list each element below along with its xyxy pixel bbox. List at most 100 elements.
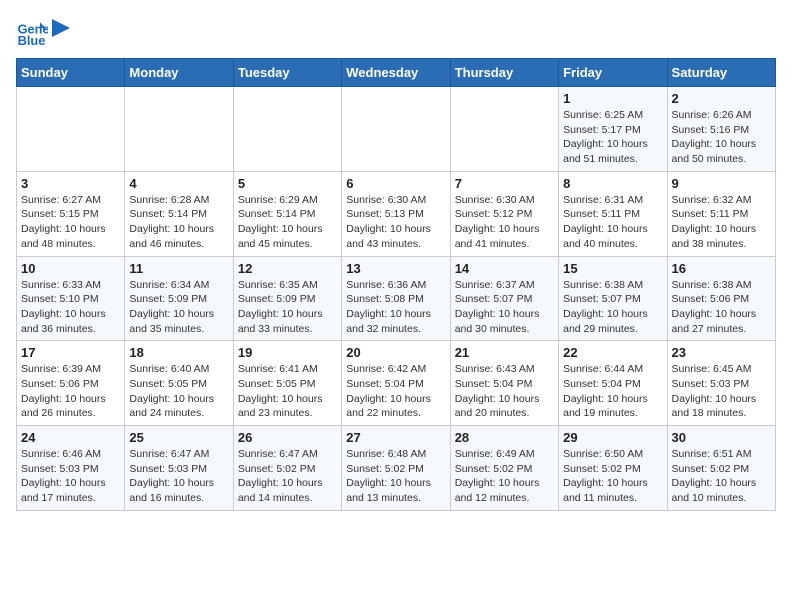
- day-info: Sunrise: 6:30 AM Sunset: 5:12 PM Dayligh…: [455, 193, 554, 252]
- day-number: 5: [238, 176, 337, 191]
- page: General Blue SundayMondayTuesdayWednesda…: [0, 0, 792, 527]
- calendar-day-cell: 14Sunrise: 6:37 AM Sunset: 5:07 PM Dayli…: [450, 256, 558, 341]
- day-info: Sunrise: 6:26 AM Sunset: 5:16 PM Dayligh…: [672, 108, 771, 167]
- day-info: Sunrise: 6:32 AM Sunset: 5:11 PM Dayligh…: [672, 193, 771, 252]
- day-info: Sunrise: 6:42 AM Sunset: 5:04 PM Dayligh…: [346, 362, 445, 421]
- day-info: Sunrise: 6:47 AM Sunset: 5:03 PM Dayligh…: [129, 447, 228, 506]
- day-info: Sunrise: 6:45 AM Sunset: 5:03 PM Dayligh…: [672, 362, 771, 421]
- day-info: Sunrise: 6:27 AM Sunset: 5:15 PM Dayligh…: [21, 193, 120, 252]
- day-number: 27: [346, 430, 445, 445]
- calendar-day-cell: 20 Sunrise: 6:42 AM Sunset: 5:04 PM Dayli…: [342, 341, 450, 426]
- calendar-day-cell: 24 Sunrise: 6:46 AM Sunset: 5:03 PM Dayli…: [17, 426, 125, 511]
- day-number: 10: [21, 261, 120, 276]
- day-number: 2: [672, 91, 771, 106]
- day-number: 8: [563, 176, 662, 191]
- day-info: Sunrise: 6:40 AM Sunset: 5:05 PM Dayligh…: [129, 362, 228, 421]
- calendar-week-row: 24 Sunrise: 6:46 AM Sunset: 5:03 PM Dayli…: [17, 426, 776, 511]
- logo: General Blue: [16, 16, 70, 48]
- day-number: 26: [238, 430, 337, 445]
- day-number: 24: [21, 430, 120, 445]
- calendar-day-cell: 26Sunrise: 6:47 AM Sunset: 5:02 PM Dayli…: [233, 426, 341, 511]
- day-info: Sunrise: 6:28 AM Sunset: 5:14 PM Dayligh…: [129, 193, 228, 252]
- day-info: Sunrise: 6:31 AM Sunset: 5:11 PM Dayligh…: [563, 193, 662, 252]
- day-number: 19: [238, 345, 337, 360]
- day-number: 25: [129, 430, 228, 445]
- calendar-day-cell: 10 Sunrise: 6:33 AM Sunset: 5:10 PM Dayli…: [17, 256, 125, 341]
- logo-icon: General Blue: [16, 16, 48, 48]
- calendar-day-cell: 12 Sunrise: 6:35 AM Sunset: 5:09 PM Dayli…: [233, 256, 341, 341]
- day-info: Sunrise: 6:29 AM Sunset: 5:14 PM Dayligh…: [238, 193, 337, 252]
- calendar-day-cell: 19Sunrise: 6:41 AM Sunset: 5:05 PM Dayli…: [233, 341, 341, 426]
- calendar-day-cell: 5 Sunrise: 6:29 AM Sunset: 5:14 PM Daylig…: [233, 171, 341, 256]
- calendar-day-cell: 21 Sunrise: 6:43 AM Sunset: 5:04 PM Dayli…: [450, 341, 558, 426]
- day-number: 17: [21, 345, 120, 360]
- calendar-day-cell: 29 Sunrise: 6:50 AM Sunset: 5:02 PM Dayli…: [559, 426, 667, 511]
- day-number: 12: [238, 261, 337, 276]
- day-info: Sunrise: 6:46 AM Sunset: 5:03 PM Dayligh…: [21, 447, 120, 506]
- day-number: 22: [563, 345, 662, 360]
- calendar-day-cell: [17, 87, 125, 172]
- day-info: Sunrise: 6:30 AM Sunset: 5:13 PM Dayligh…: [346, 193, 445, 252]
- day-number: 15: [563, 261, 662, 276]
- day-info: Sunrise: 6:50 AM Sunset: 5:02 PM Dayligh…: [563, 447, 662, 506]
- calendar-day-cell: 13Sunrise: 6:36 AM Sunset: 5:08 PM Dayli…: [342, 256, 450, 341]
- calendar-day-cell: 25 Sunrise: 6:47 AM Sunset: 5:03 PM Dayli…: [125, 426, 233, 511]
- day-number: 6: [346, 176, 445, 191]
- weekday-header: Monday: [125, 59, 233, 87]
- calendar-day-cell: [342, 87, 450, 172]
- day-number: 16: [672, 261, 771, 276]
- day-number: 20: [346, 345, 445, 360]
- calendar-day-cell: 8 Sunrise: 6:31 AM Sunset: 5:11 PM Daylig…: [559, 171, 667, 256]
- day-number: 18: [129, 345, 228, 360]
- day-info: Sunrise: 6:39 AM Sunset: 5:06 PM Dayligh…: [21, 362, 120, 421]
- calendar-table: SundayMondayTuesdayWednesdayThursdayFrid…: [16, 58, 776, 511]
- weekday-header: Wednesday: [342, 59, 450, 87]
- day-info: Sunrise: 6:38 AM Sunset: 5:07 PM Dayligh…: [563, 278, 662, 337]
- weekday-header: Saturday: [667, 59, 775, 87]
- calendar-day-cell: 28Sunrise: 6:49 AM Sunset: 5:02 PM Dayli…: [450, 426, 558, 511]
- calendar-day-cell: [450, 87, 558, 172]
- day-info: Sunrise: 6:43 AM Sunset: 5:04 PM Dayligh…: [455, 362, 554, 421]
- calendar-day-cell: 15 Sunrise: 6:38 AM Sunset: 5:07 PM Dayli…: [559, 256, 667, 341]
- calendar-day-cell: 23 Sunrise: 6:45 AM Sunset: 5:03 PM Dayli…: [667, 341, 775, 426]
- day-number: 13: [346, 261, 445, 276]
- calendar-day-cell: 3 Sunrise: 6:27 AM Sunset: 5:15 PM Daylig…: [17, 171, 125, 256]
- calendar-day-cell: 11 Sunrise: 6:34 AM Sunset: 5:09 PM Dayli…: [125, 256, 233, 341]
- calendar-day-cell: 30Sunrise: 6:51 AM Sunset: 5:02 PM Dayli…: [667, 426, 775, 511]
- logo-arrow-icon: [52, 19, 70, 37]
- calendar-day-cell: 27 Sunrise: 6:48 AM Sunset: 5:02 PM Dayli…: [342, 426, 450, 511]
- calendar-week-row: 1 Sunrise: 6:25 AM Sunset: 5:17 PM Daylig…: [17, 87, 776, 172]
- day-number: 30: [672, 430, 771, 445]
- header: General Blue: [16, 16, 776, 48]
- day-number: 4: [129, 176, 228, 191]
- calendar-week-row: 17 Sunrise: 6:39 AM Sunset: 5:06 PM Dayli…: [17, 341, 776, 426]
- calendar-week-row: 10 Sunrise: 6:33 AM Sunset: 5:10 PM Dayli…: [17, 256, 776, 341]
- day-info: Sunrise: 6:25 AM Sunset: 5:17 PM Dayligh…: [563, 108, 662, 167]
- day-number: 28: [455, 430, 554, 445]
- day-number: 9: [672, 176, 771, 191]
- day-number: 21: [455, 345, 554, 360]
- day-number: 1: [563, 91, 662, 106]
- calendar-day-cell: [125, 87, 233, 172]
- weekday-header: Sunday: [17, 59, 125, 87]
- day-number: 23: [672, 345, 771, 360]
- calendar-header-row: SundayMondayTuesdayWednesdayThursdayFrid…: [17, 59, 776, 87]
- day-info: Sunrise: 6:37 AM Sunset: 5:07 PM Dayligh…: [455, 278, 554, 337]
- calendar-day-cell: 1 Sunrise: 6:25 AM Sunset: 5:17 PM Daylig…: [559, 87, 667, 172]
- day-info: Sunrise: 6:48 AM Sunset: 5:02 PM Dayligh…: [346, 447, 445, 506]
- weekday-header: Tuesday: [233, 59, 341, 87]
- calendar-day-cell: 18 Sunrise: 6:40 AM Sunset: 5:05 PM Dayli…: [125, 341, 233, 426]
- day-number: 11: [129, 261, 228, 276]
- calendar-day-cell: 9 Sunrise: 6:32 AM Sunset: 5:11 PM Daylig…: [667, 171, 775, 256]
- day-number: 3: [21, 176, 120, 191]
- calendar-day-cell: [233, 87, 341, 172]
- day-info: Sunrise: 6:34 AM Sunset: 5:09 PM Dayligh…: [129, 278, 228, 337]
- calendar-day-cell: 2 Sunrise: 6:26 AM Sunset: 5:16 PM Daylig…: [667, 87, 775, 172]
- day-info: Sunrise: 6:35 AM Sunset: 5:09 PM Dayligh…: [238, 278, 337, 337]
- calendar-day-cell: 22Sunrise: 6:44 AM Sunset: 5:04 PM Dayli…: [559, 341, 667, 426]
- day-number: 29: [563, 430, 662, 445]
- weekday-header: Friday: [559, 59, 667, 87]
- day-info: Sunrise: 6:33 AM Sunset: 5:10 PM Dayligh…: [21, 278, 120, 337]
- calendar-day-cell: 4 Sunrise: 6:28 AM Sunset: 5:14 PM Daylig…: [125, 171, 233, 256]
- calendar-day-cell: 17 Sunrise: 6:39 AM Sunset: 5:06 PM Dayli…: [17, 341, 125, 426]
